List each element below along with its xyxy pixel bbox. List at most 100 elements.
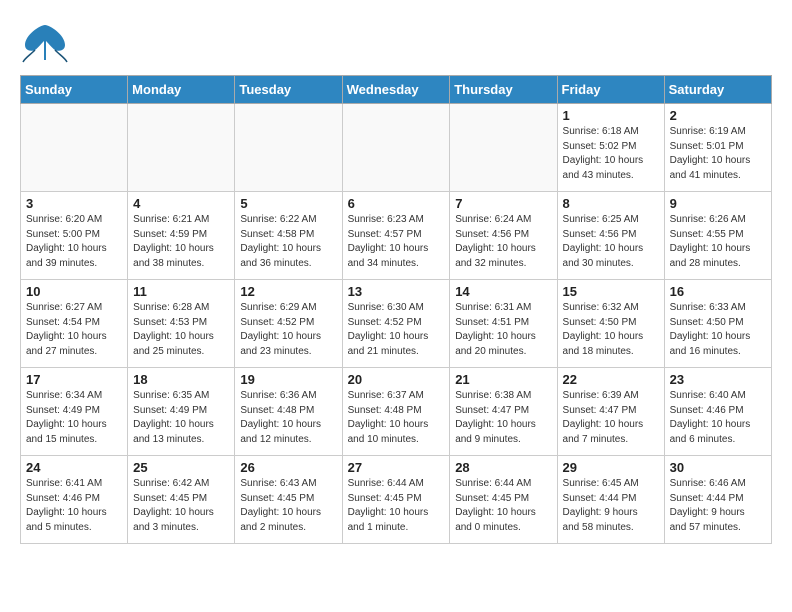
calendar-cell: 25 Sunrise: 6:42 AM Sunset: 4:45 PM Dayli… bbox=[128, 456, 235, 544]
page-header bbox=[20, 20, 772, 65]
day-number: 27 bbox=[348, 460, 445, 475]
day-header-tuesday: Tuesday bbox=[235, 76, 342, 104]
day-number: 11 bbox=[133, 284, 229, 299]
day-number: 22 bbox=[563, 372, 659, 387]
day-info: Sunrise: 6:28 AM Sunset: 4:53 PM Dayligh… bbox=[133, 301, 229, 359]
calendar-cell: 7 Sunrise: 6:24 AM Sunset: 4:56 PM Daylig… bbox=[450, 192, 557, 280]
day-number: 21 bbox=[455, 372, 551, 387]
day-number: 29 bbox=[563, 460, 659, 475]
calendar-cell: 22 Sunrise: 6:39 AM Sunset: 4:47 PM Dayli… bbox=[557, 368, 664, 456]
day-number: 24 bbox=[26, 460, 122, 475]
day-number: 16 bbox=[670, 284, 766, 299]
day-number: 12 bbox=[240, 284, 336, 299]
day-info: Sunrise: 6:29 AM Sunset: 4:52 PM Dayligh… bbox=[240, 301, 336, 359]
day-number: 6 bbox=[348, 196, 445, 211]
calendar-week-row: 17 Sunrise: 6:34 AM Sunset: 4:49 PM Dayli… bbox=[21, 368, 772, 456]
calendar-week-row: 24 Sunrise: 6:41 AM Sunset: 4:46 PM Dayli… bbox=[21, 456, 772, 544]
day-header-monday: Monday bbox=[128, 76, 235, 104]
day-number: 18 bbox=[133, 372, 229, 387]
day-number: 4 bbox=[133, 196, 229, 211]
calendar-cell: 2 Sunrise: 6:19 AM Sunset: 5:01 PM Daylig… bbox=[664, 104, 771, 192]
calendar-cell: 23Sunrise: 6:40 AM Sunset: 4:46 PM Dayli… bbox=[664, 368, 771, 456]
day-info: Sunrise: 6:37 AM Sunset: 4:48 PM Dayligh… bbox=[348, 389, 445, 447]
day-info: Sunrise: 6:34 AM Sunset: 4:49 PM Dayligh… bbox=[26, 389, 122, 447]
day-info: Sunrise: 6:25 AM Sunset: 4:56 PM Dayligh… bbox=[563, 213, 659, 271]
day-info: Sunrise: 6:19 AM Sunset: 5:01 PM Dayligh… bbox=[670, 125, 766, 183]
day-info: Sunrise: 6:46 AM Sunset: 4:44 PM Dayligh… bbox=[670, 477, 766, 535]
day-info: Sunrise: 6:45 AM Sunset: 4:44 PM Dayligh… bbox=[563, 477, 659, 535]
day-info: Sunrise: 6:23 AM Sunset: 4:57 PM Dayligh… bbox=[348, 213, 445, 271]
calendar-cell: 18 Sunrise: 6:35 AM Sunset: 4:49 PM Dayli… bbox=[128, 368, 235, 456]
day-info: Sunrise: 6:42 AM Sunset: 4:45 PM Dayligh… bbox=[133, 477, 229, 535]
day-number: 10 bbox=[26, 284, 122, 299]
day-info: Sunrise: 6:30 AM Sunset: 4:52 PM Dayligh… bbox=[348, 301, 445, 359]
calendar-week-row: 10 Sunrise: 6:27 AM Sunset: 4:54 PM Dayli… bbox=[21, 280, 772, 368]
calendar-cell: 16 Sunrise: 6:33 AM Sunset: 4:50 PM Dayli… bbox=[664, 280, 771, 368]
day-number: 9 bbox=[670, 196, 766, 211]
calendar-cell bbox=[450, 104, 557, 192]
day-info: Sunrise: 6:33 AM Sunset: 4:50 PM Dayligh… bbox=[670, 301, 766, 359]
calendar-cell: 14 Sunrise: 6:31 AM Sunset: 4:51 PM Dayli… bbox=[450, 280, 557, 368]
calendar-cell: 17 Sunrise: 6:34 AM Sunset: 4:49 PM Dayli… bbox=[21, 368, 128, 456]
day-number: 13 bbox=[348, 284, 445, 299]
calendar-cell: 5Sunrise: 6:22 AM Sunset: 4:58 PM Daylig… bbox=[235, 192, 342, 280]
day-number: 20 bbox=[348, 372, 445, 387]
day-info: Sunrise: 6:35 AM Sunset: 4:49 PM Dayligh… bbox=[133, 389, 229, 447]
calendar-cell: 21 Sunrise: 6:38 AM Sunset: 4:47 PM Dayli… bbox=[450, 368, 557, 456]
day-number: 25 bbox=[133, 460, 229, 475]
day-info: Sunrise: 6:39 AM Sunset: 4:47 PM Dayligh… bbox=[563, 389, 659, 447]
day-number: 17 bbox=[26, 372, 122, 387]
day-info: Sunrise: 6:27 AM Sunset: 4:54 PM Dayligh… bbox=[26, 301, 122, 359]
calendar-cell: 27 Sunrise: 6:44 AM Sunset: 4:45 PM Dayli… bbox=[342, 456, 450, 544]
day-info: Sunrise: 6:20 AM Sunset: 5:00 PM Dayligh… bbox=[26, 213, 122, 271]
day-info: Sunrise: 6:24 AM Sunset: 4:56 PM Dayligh… bbox=[455, 213, 551, 271]
calendar-cell: 1 Sunrise: 6:18 AM Sunset: 5:02 PM Daylig… bbox=[557, 104, 664, 192]
calendar-cell: 3Sunrise: 6:20 AM Sunset: 5:00 PM Daylig… bbox=[21, 192, 128, 280]
calendar-cell bbox=[235, 104, 342, 192]
day-info: Sunrise: 6:32 AM Sunset: 4:50 PM Dayligh… bbox=[563, 301, 659, 359]
day-number: 15 bbox=[563, 284, 659, 299]
day-info: Sunrise: 6:22 AM Sunset: 4:58 PM Dayligh… bbox=[240, 213, 336, 271]
calendar-cell: 20 Sunrise: 6:37 AM Sunset: 4:48 PM Dayli… bbox=[342, 368, 450, 456]
day-info: Sunrise: 6:43 AM Sunset: 4:45 PM Dayligh… bbox=[240, 477, 336, 535]
day-info: Sunrise: 6:44 AM Sunset: 4:45 PM Dayligh… bbox=[455, 477, 551, 535]
calendar-cell: 12 Sunrise: 6:29 AM Sunset: 4:52 PM Dayli… bbox=[235, 280, 342, 368]
day-info: Sunrise: 6:18 AM Sunset: 5:02 PM Dayligh… bbox=[563, 125, 659, 183]
day-number: 7 bbox=[455, 196, 551, 211]
day-header-saturday: Saturday bbox=[664, 76, 771, 104]
day-number: 2 bbox=[670, 108, 766, 123]
day-header-sunday: Sunday bbox=[21, 76, 128, 104]
day-info: Sunrise: 6:36 AM Sunset: 4:48 PM Dayligh… bbox=[240, 389, 336, 447]
day-number: 28 bbox=[455, 460, 551, 475]
calendar-table: SundayMondayTuesdayWednesdayThursdayFrid… bbox=[20, 75, 772, 544]
calendar-cell: 26 Sunrise: 6:43 AM Sunset: 4:45 PM Dayli… bbox=[235, 456, 342, 544]
day-info: Sunrise: 6:44 AM Sunset: 4:45 PM Dayligh… bbox=[348, 477, 445, 535]
calendar-cell: 6 Sunrise: 6:23 AM Sunset: 4:57 PM Daylig… bbox=[342, 192, 450, 280]
day-info: Sunrise: 6:38 AM Sunset: 4:47 PM Dayligh… bbox=[455, 389, 551, 447]
calendar-week-row: 3Sunrise: 6:20 AM Sunset: 5:00 PM Daylig… bbox=[21, 192, 772, 280]
calendar-header-row: SundayMondayTuesdayWednesdayThursdayFrid… bbox=[21, 76, 772, 104]
calendar-cell: 10 Sunrise: 6:27 AM Sunset: 4:54 PM Dayli… bbox=[21, 280, 128, 368]
calendar-cell bbox=[342, 104, 450, 192]
calendar-cell: 15 Sunrise: 6:32 AM Sunset: 4:50 PM Dayli… bbox=[557, 280, 664, 368]
logo-bird-icon bbox=[20, 20, 70, 65]
day-info: Sunrise: 6:21 AM Sunset: 4:59 PM Dayligh… bbox=[133, 213, 229, 271]
calendar-cell: 28 Sunrise: 6:44 AM Sunset: 4:45 PM Dayli… bbox=[450, 456, 557, 544]
day-header-wednesday: Wednesday bbox=[342, 76, 450, 104]
day-number: 8 bbox=[563, 196, 659, 211]
day-info: Sunrise: 6:41 AM Sunset: 4:46 PM Dayligh… bbox=[26, 477, 122, 535]
calendar-cell: 19 Sunrise: 6:36 AM Sunset: 4:48 PM Dayli… bbox=[235, 368, 342, 456]
calendar-cell: 29 Sunrise: 6:45 AM Sunset: 4:44 PM Dayli… bbox=[557, 456, 664, 544]
calendar-cell: 24 Sunrise: 6:41 AM Sunset: 4:46 PM Dayli… bbox=[21, 456, 128, 544]
day-number: 26 bbox=[240, 460, 336, 475]
day-number: 14 bbox=[455, 284, 551, 299]
day-number: 1 bbox=[563, 108, 659, 123]
calendar-cell: 4 Sunrise: 6:21 AM Sunset: 4:59 PM Daylig… bbox=[128, 192, 235, 280]
day-info: Sunrise: 6:31 AM Sunset: 4:51 PM Dayligh… bbox=[455, 301, 551, 359]
calendar-cell bbox=[21, 104, 128, 192]
day-info: Sunrise: 6:26 AM Sunset: 4:55 PM Dayligh… bbox=[670, 213, 766, 271]
day-number: 19 bbox=[240, 372, 336, 387]
day-number: 30 bbox=[670, 460, 766, 475]
calendar-week-row: 1 Sunrise: 6:18 AM Sunset: 5:02 PM Daylig… bbox=[21, 104, 772, 192]
day-header-thursday: Thursday bbox=[450, 76, 557, 104]
